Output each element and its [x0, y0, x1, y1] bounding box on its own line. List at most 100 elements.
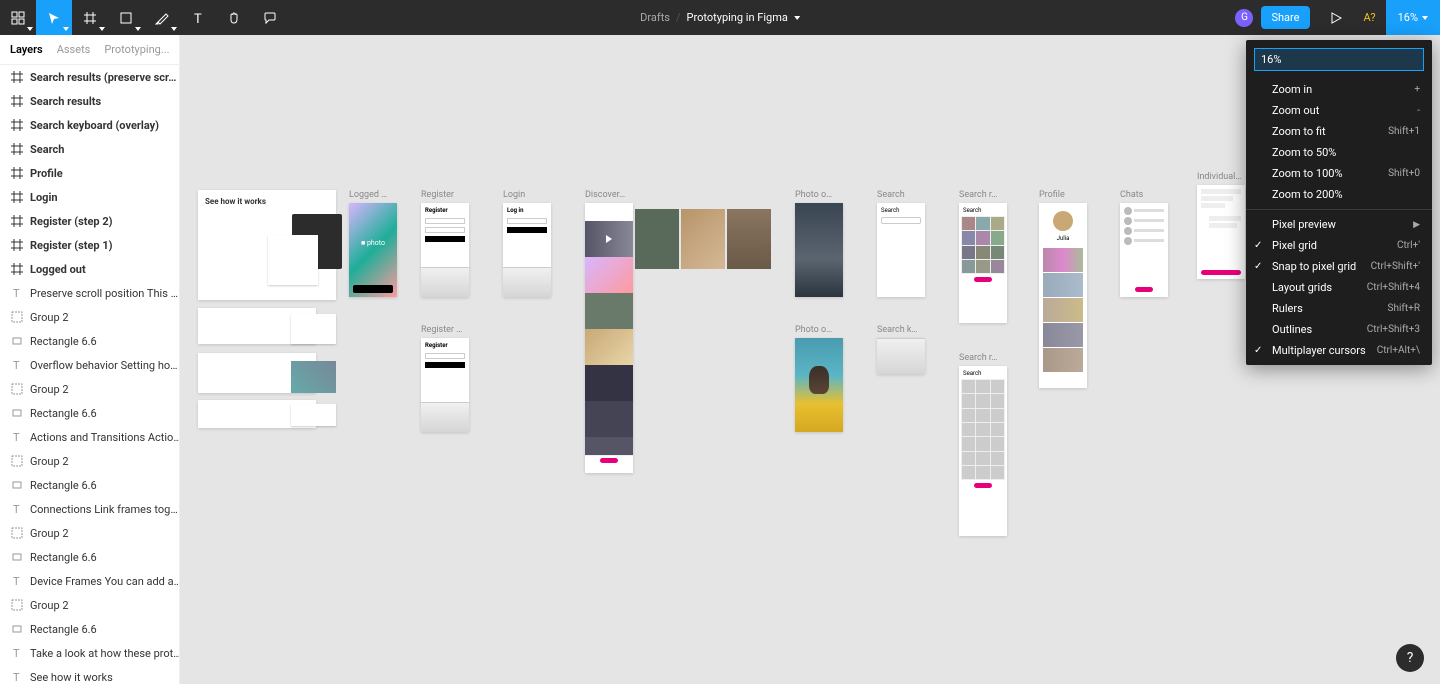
layer-item[interactable]: Rectangle 6.6 — [0, 545, 179, 569]
layer-label: Search results (preserve scr… — [30, 71, 176, 84]
layer-item[interactable]: Login — [0, 185, 179, 209]
shape-tool-button[interactable] — [108, 0, 144, 35]
tab-page[interactable]: Prototyping... — [104, 43, 169, 56]
layer-label: Register (step 1) — [30, 239, 113, 252]
layer-item[interactable]: TDevice Frames You can add a… — [0, 569, 179, 593]
avatar[interactable]: G — [1235, 9, 1253, 27]
frame-label[interactable]: Register — [421, 190, 469, 200]
group-icon — [10, 598, 24, 612]
layer-item[interactable]: TOverflow behavior Setting ho… — [0, 353, 179, 377]
svg-text:T: T — [13, 431, 20, 443]
hand-tool-button[interactable] — [216, 0, 252, 35]
layer-item[interactable]: TActions and Transitions Actio… — [0, 425, 179, 449]
menu-label: Rulers — [1272, 302, 1303, 315]
zoom-menu: Zoom in+Zoom out-Zoom to fitShift+1Zoom … — [1246, 40, 1432, 365]
menu-item[interactable]: RulersShift+R — [1246, 298, 1432, 319]
layer-item[interactable]: Group 2 — [0, 449, 179, 473]
layer-item[interactable]: Rectangle 6.6 — [0, 401, 179, 425]
layer-item[interactable]: Search results — [0, 89, 179, 113]
menu-shortcut: - — [1417, 105, 1420, 116]
svg-text:T: T — [194, 12, 202, 25]
menu-item[interactable]: Pixel preview▶ — [1246, 214, 1432, 235]
layer-item[interactable]: Search — [0, 137, 179, 161]
menu-shortcut: Ctrl+Shift+' — [1371, 261, 1420, 272]
layer-item[interactable]: TPreserve scroll position This … — [0, 281, 179, 305]
menu-label: Zoom out — [1272, 104, 1319, 117]
frame-tool-button[interactable] — [72, 0, 108, 35]
layer-item[interactable]: Rectangle 6.6 — [0, 617, 179, 641]
layer-label: Rectangle 6.6 — [30, 479, 97, 492]
layer-item[interactable]: Register (step 1) — [0, 233, 179, 257]
menu-item[interactable]: ✓Pixel gridCtrl+' — [1246, 235, 1432, 256]
layer-label: Profile — [30, 167, 63, 180]
frame-label[interactable]: Register … — [421, 325, 469, 335]
pen-tool-button[interactable] — [144, 0, 180, 35]
menu-item[interactable]: Zoom out - — [1246, 100, 1432, 121]
text-tool-button[interactable]: T — [180, 0, 216, 35]
layer-item[interactable]: Group 2 — [0, 377, 179, 401]
frame-label[interactable]: Chats — [1120, 190, 1168, 200]
menu-item[interactable]: Zoom to 50% — [1246, 142, 1432, 163]
menu-label: Pixel preview — [1272, 218, 1336, 231]
layer-label: Search keyboard (overlay) — [30, 119, 159, 132]
share-button[interactable]: Share — [1261, 6, 1309, 29]
frame-label[interactable]: Logged … — [349, 190, 397, 200]
toolbar: T Drafts / Prototyping in Figma G Share … — [0, 0, 1440, 35]
zoom-dropdown[interactable]: 16% — [1386, 0, 1440, 35]
layer-item[interactable]: Group 2 — [0, 305, 179, 329]
frame-label[interactable]: Search r… — [959, 353, 1007, 363]
layer-item[interactable]: Search keyboard (overlay) — [0, 113, 179, 137]
present-button[interactable] — [1318, 12, 1354, 24]
menu-item[interactable]: ✓Multiplayer cursorsCtrl+Alt+\ — [1246, 340, 1432, 361]
group-icon — [10, 454, 24, 468]
comment-tool-button[interactable] — [252, 0, 288, 35]
frame-label[interactable]: Photo o… — [795, 190, 843, 200]
frame-icon — [10, 190, 24, 204]
menu-item[interactable]: ✓Snap to pixel gridCtrl+Shift+' — [1246, 256, 1432, 277]
rect-icon — [10, 406, 24, 420]
layer-item[interactable]: Group 2 — [0, 593, 179, 617]
frame-label[interactable]: Search r… — [959, 190, 1007, 200]
layer-label: Rectangle 6.6 — [30, 335, 97, 348]
layer-item[interactable]: TConnections Link frames tog… — [0, 497, 179, 521]
frame-label[interactable]: Profile — [1039, 190, 1087, 200]
svg-text:T: T — [13, 647, 20, 659]
menu-item[interactable]: Zoom to fitShift+1 — [1246, 121, 1432, 142]
frame-label[interactable]: Login — [503, 190, 551, 200]
layer-label: Group 2 — [30, 311, 69, 324]
layer-label: Search — [30, 143, 64, 156]
rect-icon — [10, 550, 24, 564]
layer-item[interactable]: Rectangle 6.6 — [0, 329, 179, 353]
frame-label[interactable]: Search — [877, 190, 925, 200]
breadcrumb-drafts[interactable]: Drafts — [640, 11, 670, 24]
layer-item[interactable]: TSee how it works — [0, 665, 179, 684]
help-button[interactable]: ? — [1396, 644, 1424, 672]
frame-label[interactable]: Discover… — [585, 190, 633, 200]
layer-item[interactable]: Register (step 2) — [0, 209, 179, 233]
layer-item[interactable]: Rectangle 6.6 — [0, 473, 179, 497]
menu-shortcut: Ctrl+Shift+3 — [1367, 324, 1420, 335]
layer-item[interactable]: Group 2 — [0, 521, 179, 545]
layer-label: Register (step 2) — [30, 215, 113, 228]
layer-item[interactable]: Search results (preserve scr… — [0, 65, 179, 89]
tab-layers[interactable]: Layers — [10, 43, 43, 56]
main-menu-button[interactable] — [0, 0, 36, 35]
menu-item[interactable]: Layout gridsCtrl+Shift+4 — [1246, 277, 1432, 298]
frame-label[interactable]: Search k… — [877, 325, 925, 335]
layer-label: Connections Link frames tog… — [30, 503, 178, 516]
layer-item[interactable]: Profile — [0, 161, 179, 185]
missing-fonts-button[interactable]: A? — [1364, 11, 1376, 24]
move-tool-button[interactable] — [36, 0, 72, 35]
breadcrumb-title[interactable]: Prototyping in Figma — [687, 11, 788, 24]
menu-item[interactable]: Zoom in+ — [1246, 79, 1432, 100]
frame-label[interactable]: Individual… — [1197, 172, 1245, 182]
zoom-input[interactable] — [1254, 48, 1424, 71]
menu-item[interactable]: Zoom to 100%Shift+0 — [1246, 163, 1432, 184]
frame-label[interactable]: Photo o… — [795, 325, 843, 335]
tab-assets[interactable]: Assets — [57, 43, 91, 56]
layer-item[interactable]: Logged out — [0, 257, 179, 281]
menu-item[interactable]: OutlinesCtrl+Shift+3 — [1246, 319, 1432, 340]
menu-item[interactable]: Zoom to 200% — [1246, 184, 1432, 205]
layer-label: See how it works — [30, 671, 113, 684]
layer-item[interactable]: TTake a look at how these prot… — [0, 641, 179, 665]
